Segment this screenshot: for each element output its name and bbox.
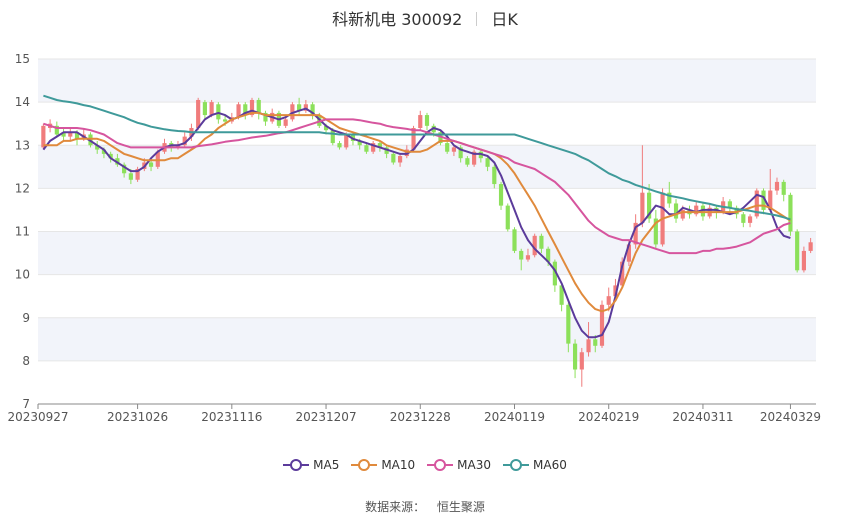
candle-down [572, 343, 578, 370]
grid [38, 58, 816, 405]
legend-item-ma5[interactable]: MA5 [283, 458, 339, 472]
candle-down [424, 115, 430, 126]
y-tick-label: 8 [22, 354, 30, 368]
candle-up [418, 115, 423, 128]
legend-marker-icon [351, 459, 378, 471]
candle-down [223, 119, 228, 122]
candlestick-chart: 7 8 9 10 11 12 13 14 15 20230927 20231026 20231116… [7, 52, 821, 424]
legend-item-ma10[interactable]: MA10 [351, 458, 415, 472]
grid-band [38, 145, 816, 189]
moving-averages [42, 94, 791, 339]
candle-up [209, 102, 214, 116]
candle-up [747, 216, 753, 223]
candle-down [492, 166, 497, 185]
x-tick-label: 20230927 [7, 410, 68, 424]
candle-up [525, 255, 531, 260]
candle-down [741, 214, 746, 223]
candle-down [788, 194, 793, 232]
candle-up [196, 99, 201, 128]
x-tick-label: 20231116 [201, 410, 262, 424]
y-tick-label: 7 [22, 397, 30, 411]
legend-label: MA60 [533, 458, 567, 472]
legend-label: MA10 [381, 458, 416, 472]
y-tick-label: 13 [15, 138, 30, 152]
candle-down [593, 339, 598, 346]
y-tick-label: 14 [15, 95, 30, 109]
candle-up [397, 156, 403, 163]
candle-down [337, 143, 342, 148]
legend-marker-icon [283, 459, 310, 471]
candle-down [781, 181, 786, 195]
x-tick-label: 20231228 [390, 410, 451, 424]
candle-down [256, 99, 261, 113]
y-axis: 7 8 9 10 11 12 13 14 15 [15, 52, 30, 411]
data-source: 数据来源： 恒生聚源 [0, 498, 850, 515]
y-tick-label: 12 [15, 181, 30, 195]
candle-up [606, 296, 611, 305]
candle-up [586, 339, 591, 353]
candle-up [774, 181, 780, 191]
legend-marker-icon [503, 459, 530, 471]
candle-down [330, 130, 335, 144]
candle-up [808, 242, 813, 251]
candle-down [673, 203, 679, 219]
candle-down [512, 229, 517, 251]
candle-up [283, 119, 288, 126]
candle-down [391, 153, 396, 163]
y-tick-label: 15 [15, 52, 30, 66]
data-source-value: 恒生聚源 [436, 500, 485, 514]
legend-label: MA30 [457, 458, 492, 472]
candle-down [465, 158, 470, 165]
x-tick-label: 20240311 [672, 410, 733, 424]
x-tick-label: 20240119 [484, 410, 545, 424]
candle-down [128, 173, 133, 180]
candle-down [539, 235, 544, 249]
candle-down [364, 145, 369, 152]
legend-label: MA5 [313, 458, 340, 472]
candle-down [498, 184, 504, 206]
x-tick-label: 20231207 [296, 410, 357, 424]
candle-up [451, 147, 457, 152]
candle-up [801, 250, 806, 271]
x-axis: 20230927 20231026 20231116 20231207 20231228… [7, 403, 821, 424]
y-tick-label: 9 [22, 311, 30, 325]
candle-down [148, 162, 154, 167]
candle-down [505, 205, 510, 230]
legend-item-ma60[interactable]: MA60 [503, 458, 567, 472]
grid-band [38, 59, 816, 103]
legend-marker-icon [427, 459, 454, 471]
x-tick-label: 20231026 [107, 410, 168, 424]
x-tick-label: 20240219 [578, 410, 639, 424]
candle-up [579, 352, 584, 370]
candle-down [202, 102, 207, 116]
y-tick-label: 10 [15, 268, 30, 282]
candle-up [41, 125, 46, 148]
legend: MA5 MA10 MA30 MA60 [0, 458, 850, 472]
y-tick-label: 11 [15, 225, 30, 239]
candle-up [640, 192, 645, 223]
candle-down [566, 304, 571, 344]
candle-down [216, 104, 221, 120]
candle-down [795, 231, 800, 271]
candle-down [519, 250, 524, 260]
x-tick-label: 20240329 [760, 410, 821, 424]
line-ma5 [42, 107, 791, 339]
candle-down [485, 158, 490, 167]
data-source-label: 数据来源： [365, 500, 426, 514]
grid-band [38, 317, 816, 361]
candle-down [445, 143, 450, 152]
legend-item-ma30[interactable]: MA30 [427, 458, 491, 472]
